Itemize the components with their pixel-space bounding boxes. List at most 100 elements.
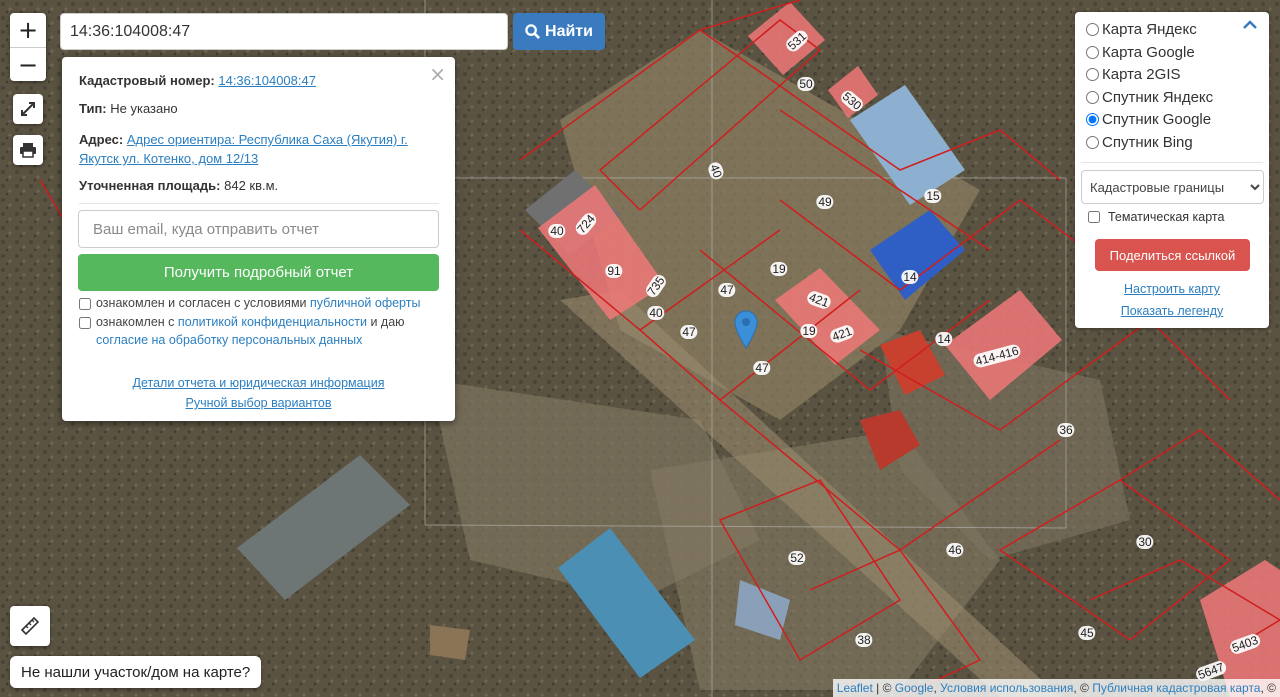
divider <box>79 203 439 204</box>
basemap-radio[interactable] <box>1086 90 1099 104</box>
share-link-button[interactable]: Поделиться ссылкой <box>1095 239 1250 271</box>
parcel-number-label: 14 <box>935 332 953 346</box>
parcel-info-popup: × Кадастровый номер: 14:36:104008:47 Тип… <box>62 57 455 421</box>
privacy-consent-text2: и даю <box>370 315 405 329</box>
parcel-number-label: 14 <box>901 270 919 284</box>
zoom-in-button[interactable]: + <box>10 13 46 47</box>
basemap-option[interactable]: Спутник Google <box>1086 111 1211 128</box>
parcel-number-label: 45 <box>1078 626 1096 640</box>
attribution-sep3: , © <box>1073 681 1093 695</box>
find-button[interactable]: Найти <box>513 13 605 50</box>
basemap-radio[interactable] <box>1086 68 1099 82</box>
find-button-label: Найти <box>545 22 593 40</box>
print-button[interactable] <box>13 135 43 165</box>
basemap-radio[interactable] <box>1086 113 1099 127</box>
type-row: Тип: Не указано <box>79 101 178 116</box>
parcel-number-label: 46 <box>946 543 964 557</box>
terms-link[interactable]: Условия использования <box>940 681 1073 695</box>
divider <box>1081 162 1263 163</box>
basemap-label: Карта Яндекс <box>1102 21 1197 38</box>
privacy-policy-link[interactable]: политикой конфиденциальности <box>178 315 367 329</box>
basemap-option[interactable]: Карта Яндекс <box>1086 21 1197 38</box>
parcel-number-label: 36 <box>1057 423 1075 437</box>
basemap-label: Карта 2GIS <box>1102 66 1181 84</box>
parcel-number-label: 50 <box>797 77 815 91</box>
measure-button[interactable] <box>10 606 50 646</box>
parcel-number-label: 91 <box>605 264 623 278</box>
parcel-number-label: 47 <box>753 361 771 375</box>
basemap-radio[interactable] <box>1086 136 1099 149</box>
offer-consent-checkbox[interactable] <box>79 298 91 310</box>
parcel-number-label: 40 <box>647 306 665 320</box>
get-report-button[interactable]: Получить подробный отчет <box>78 254 439 291</box>
public-offer-link[interactable]: публичной оферты <box>310 296 420 310</box>
thematic-map-label: Тематическая карта <box>1108 210 1225 224</box>
overlay-select[interactable]: Кадастровые границы <box>1081 170 1264 204</box>
thematic-map-checkbox[interactable] <box>1088 211 1100 223</box>
basemap-radio[interactable] <box>1086 45 1099 59</box>
leaflet-link[interactable]: Leaflet <box>837 681 873 695</box>
layers-panel: Карта Яндекс Карта Google Карта 2GIS Спутни… <box>1075 12 1269 328</box>
address-label: Адрес: <box>79 132 124 147</box>
basemap-label: Спутник Яндекс <box>1102 88 1214 106</box>
show-legend-link[interactable]: Показать легенду <box>1121 304 1224 318</box>
privacy-consent-checkbox[interactable] <box>79 317 91 329</box>
type-label: Тип: <box>79 101 107 116</box>
type-value: Не указано <box>110 101 178 116</box>
basemap-option[interactable]: Спутник Яндекс <box>1086 89 1213 106</box>
location-marker-icon[interactable] <box>733 309 759 349</box>
privacy-consent-text1: ознакомлен с <box>96 315 175 329</box>
privacy-consent: ознакомлен с политикой конфиденциальност… <box>79 314 405 331</box>
area-value: 842 кв.м. <box>224 178 279 193</box>
expand-icon <box>21 102 35 116</box>
cadastral-number-link[interactable]: 14:36:104008:47 <box>218 73 316 88</box>
manual-selection-link[interactable]: Ручной выбор вариантов <box>186 396 332 410</box>
personal-data-row: согласие на обработку персональных данны… <box>96 332 362 349</box>
basemap-label: Спутник Google <box>1102 111 1212 129</box>
basemap-option[interactable]: Карта 2GIS <box>1086 66 1181 83</box>
parcel-number-label: 47 <box>680 325 698 339</box>
cadastral-number-label: Кадастровый номер: <box>79 73 215 88</box>
offer-consent: ознакомлен и согласен с условиями публич… <box>79 295 420 312</box>
ruler-icon <box>20 616 40 636</box>
address-link-line1[interactable]: Адрес ориентира: Республика Саха (Якутия… <box>127 132 408 147</box>
parcel-number-label: 30 <box>1136 535 1154 549</box>
chevron-up-icon[interactable] <box>1243 20 1257 30</box>
attribution-sep2: , <box>933 681 941 695</box>
address-link-line2[interactable]: Якутск ул. Котенко, дом 12/13 <box>79 151 258 166</box>
search-input[interactable] <box>60 13 508 50</box>
zoom-control: + − <box>10 13 46 81</box>
parcel-number-label: 52 <box>788 551 806 565</box>
parcel-number-label: 38 <box>855 633 873 647</box>
email-field[interactable] <box>78 210 439 248</box>
printer-icon <box>20 143 36 158</box>
thematic-map-toggle: Тематическая карта <box>1088 210 1224 224</box>
basemap-radio[interactable] <box>1086 23 1099 36</box>
personal-data-link[interactable]: согласие на обработку персональных данны… <box>96 332 362 349</box>
basemap-option[interactable]: Спутник Bing <box>1086 134 1193 151</box>
area-row: Уточненная площадь: 842 кв.м. <box>79 178 278 193</box>
cadastral-map-link[interactable]: Публичная кадастровая карта <box>1092 681 1260 695</box>
parcel-number-label: 49 <box>816 195 834 209</box>
basemap-option[interactable]: Карта Google <box>1086 44 1195 61</box>
fullscreen-button[interactable] <box>13 94 43 124</box>
parcel-number-label: 40 <box>548 224 566 238</box>
close-icon[interactable]: × <box>429 62 446 86</box>
cadastral-number-row: Кадастровый номер: 14:36:104008:47 <box>79 73 316 88</box>
address-row: Адрес: Адрес ориентира: Республика Саха … <box>79 130 408 168</box>
parcel-number-label: 47 <box>718 283 736 297</box>
report-details-link[interactable]: Детали отчета и юридическая информация <box>133 376 385 390</box>
area-label: Уточненная площадь: <box>79 178 221 193</box>
offer-consent-text: ознакомлен и согласен с условиями <box>96 296 307 310</box>
search-icon <box>525 24 541 39</box>
parcel-number-label: 19 <box>800 324 818 338</box>
configure-map-link[interactable]: Настроить карту <box>1124 282 1220 296</box>
zoom-out-button[interactable]: − <box>10 47 46 81</box>
google-link[interactable]: Google <box>895 681 934 695</box>
not-found-button[interactable]: Не нашли участок/дом на карте? <box>10 656 262 688</box>
map-attribution: Leaflet | © Google , Условия использован… <box>832 679 1280 697</box>
basemap-label: Спутник Bing <box>1102 134 1193 151</box>
attribution-sep4: , © <box>1260 681 1276 695</box>
basemap-label: Карта Google <box>1102 43 1195 61</box>
parcel-number-label: 15 <box>924 189 942 203</box>
